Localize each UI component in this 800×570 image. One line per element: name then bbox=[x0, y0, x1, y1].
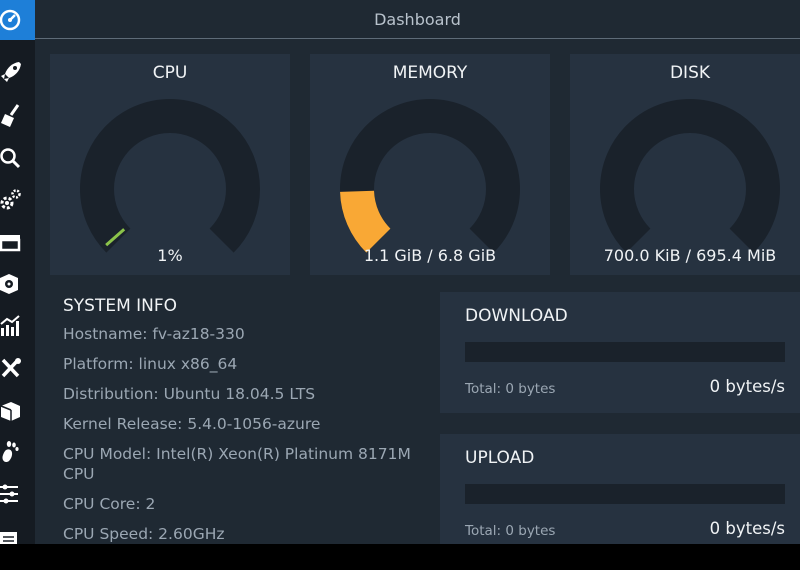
gnome-foot-icon bbox=[2, 441, 19, 463]
download-heading: DOWNLOAD bbox=[465, 306, 568, 326]
cpu-gauge-label: CPU bbox=[152, 63, 188, 83]
download-card: DOWNLOAD Total: 0 bytes 0 bytes/s bbox=[440, 292, 800, 413]
download-rate: 0 bytes/s bbox=[709, 377, 785, 396]
memory-gauge-card: MEMORY 1.1 GiB / 6.8 GiB bbox=[310, 54, 550, 275]
cpu-gauge-card: CPU 1% bbox=[50, 54, 290, 275]
sidebar-item-archive[interactable] bbox=[0, 222, 35, 262]
upload-card: UPLOAD Total: 0 bytes 0 bytes/s bbox=[440, 434, 800, 544]
gauge-track bbox=[80, 99, 260, 253]
sidebar-item-tools[interactable] bbox=[0, 348, 35, 388]
dashboard-gauge-icon bbox=[0, 9, 21, 31]
gauge-track bbox=[600, 99, 780, 253]
sidebar-item-rocket[interactable] bbox=[0, 52, 35, 92]
tools-icon bbox=[1, 358, 21, 378]
memory-gauge-label: MEMORY bbox=[392, 63, 468, 83]
distribution-row: Distribution: Ubuntu 18.04.5 LTS bbox=[63, 385, 316, 403]
sliders-icon bbox=[0, 484, 18, 504]
sidebar-item-search[interactable] bbox=[0, 138, 35, 178]
app-window: Dashboard CPU 1% MEMORY 1.1 GiB / 6.8 Gi… bbox=[0, 0, 800, 544]
top-bar: Dashboard bbox=[35, 0, 800, 39]
disk-gauge-value: 700.0 KiB / 695.4 MiB bbox=[603, 246, 777, 265]
sidebar-item-cleaner[interactable] bbox=[0, 96, 35, 136]
gears-icon bbox=[0, 189, 21, 210]
page-title: Dashboard bbox=[374, 10, 461, 29]
disk-gauge-label: DISK bbox=[669, 63, 711, 83]
disk-package-icon bbox=[0, 274, 18, 294]
cpu-gauge-value: 1% bbox=[157, 246, 183, 265]
kernel-row: Kernel Release: 5.4.0-1056-azure bbox=[63, 415, 321, 433]
search-icon bbox=[0, 148, 21, 169]
hostname-row: Hostname: fv-az18-330 bbox=[63, 325, 245, 343]
sidebar bbox=[0, 0, 35, 544]
sidebar-item-dashboard[interactable] bbox=[0, 0, 35, 40]
download-total: Total: 0 bytes bbox=[465, 381, 556, 397]
cpu-model-row: CPU Model: Intel(R) Xeon(R) Platinum 817… bbox=[63, 445, 411, 483]
cpu-speed-row: CPU Speed: 2.60GHz bbox=[63, 525, 225, 543]
upload-rate: 0 bytes/s bbox=[709, 519, 785, 538]
cpu-core-row: CPU Core: 2 bbox=[63, 495, 156, 513]
archive-box-icon bbox=[0, 235, 21, 252]
sidebar-item-resources[interactable] bbox=[0, 306, 35, 346]
download-progress-bar bbox=[465, 342, 785, 362]
upload-total: Total: 0 bytes bbox=[465, 523, 556, 539]
sidebar-item-packages[interactable] bbox=[0, 390, 35, 430]
sidebar-item-disk[interactable] bbox=[0, 264, 35, 304]
sidebar-item-gnome[interactable] bbox=[0, 432, 35, 472]
package-icon bbox=[0, 402, 20, 421]
upload-heading: UPLOAD bbox=[465, 448, 535, 468]
disk-gauge-card: DISK 700.0 KiB / 695.4 MiB bbox=[570, 54, 800, 275]
upload-progress-bar bbox=[465, 484, 785, 504]
sidebar-item-services[interactable] bbox=[0, 180, 35, 220]
sidebar-item-settings[interactable] bbox=[0, 474, 35, 514]
memory-gauge-value: 1.1 GiB / 6.8 GiB bbox=[363, 246, 497, 265]
rocket-icon bbox=[1, 62, 21, 82]
broom-icon bbox=[1, 104, 20, 127]
system-info-heading: SYSTEM INFO bbox=[63, 296, 178, 316]
gauge-fill bbox=[340, 190, 391, 253]
list-icon bbox=[0, 532, 17, 544]
platform-row: Platform: linux x86_64 bbox=[63, 355, 238, 373]
sidebar-item-logs[interactable] bbox=[0, 520, 35, 544]
system-info-panel: SYSTEM INFO Hostname: fv-az18-330 Platfo… bbox=[63, 296, 423, 544]
chart-icon bbox=[0, 315, 20, 336]
